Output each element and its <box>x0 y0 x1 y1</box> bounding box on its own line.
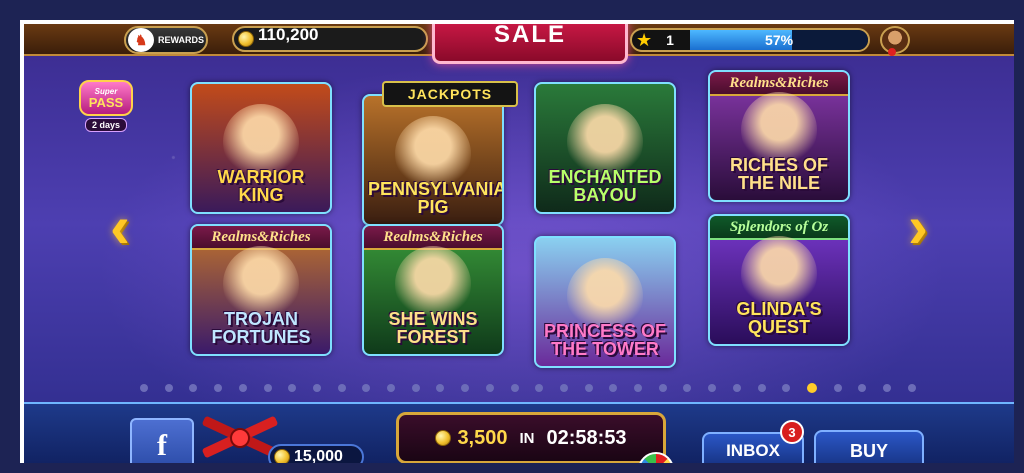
super-pass-main: PASS <box>88 95 124 110</box>
screen-frame: ♞ REWARDS 110,200 SALE ★ 1 57% Super PAS… <box>0 0 1024 473</box>
coin-icon <box>435 430 452 446</box>
game-title: TROJAN FORTUNES <box>211 309 311 347</box>
next-page-arrow-icon[interactable]: › <box>900 197 936 257</box>
page-dot[interactable] <box>214 384 223 392</box>
game-tile-trojan-fortunes[interactable]: Realms&Riches TROJAN FORTUNES <box>190 224 332 356</box>
page-dot[interactable] <box>140 384 148 392</box>
page-dot[interactable] <box>411 384 420 392</box>
page-dot[interactable] <box>584 384 593 392</box>
facebook-icon: f <box>157 428 167 462</box>
super-pass-days: 2 days <box>84 118 128 132</box>
timer-amount: 3,500 <box>457 426 508 449</box>
game-title: WARRIOR KING <box>217 167 305 205</box>
game-tile-glindas-quest[interactable]: Splendors of Oz GLINDA'S QUEST <box>708 214 850 346</box>
xp-percent: 57% <box>765 32 794 48</box>
star-icon: ★ <box>636 30 653 50</box>
jackpots-label: JACKPOTS <box>407 86 493 102</box>
page-dot[interactable] <box>461 384 470 392</box>
game-tile-enchanted-bayou[interactable]: ENCHANTED BAYOU <box>534 82 676 214</box>
page-dot[interactable] <box>658 384 667 392</box>
rewards-label: REWARDS <box>158 35 205 45</box>
tile-banner-label: Realms&Riches <box>211 228 311 245</box>
page-dot[interactable] <box>337 384 346 392</box>
timer-time: 02:58:53 <box>546 426 627 449</box>
free-coins-button[interactable]: 15,000 <box>268 444 364 465</box>
page-dot[interactable] <box>485 384 494 392</box>
game-tile-warrior-king[interactable]: WARRIOR KING <box>190 82 332 214</box>
free-coins-value: 15,000 <box>294 448 343 465</box>
notification-dot <box>888 48 896 56</box>
page-dot[interactable] <box>387 384 396 392</box>
game-tile-princess-of-the-tower[interactable]: PRINCESS OF THE TOWER <box>534 236 676 368</box>
page-indicator <box>140 382 916 394</box>
tile-banner-label: Realms&Riches <box>729 74 829 91</box>
rewards-button[interactable]: ♞ REWARDS <box>124 26 208 54</box>
game-lobby: ♞ REWARDS 110,200 SALE ★ 1 57% Super PAS… <box>20 20 1014 465</box>
game-title: GLINDA'S QUEST <box>736 299 822 337</box>
page-dot[interactable] <box>312 384 321 392</box>
bow-knot <box>230 428 250 448</box>
page-dot[interactable] <box>609 384 618 392</box>
page-dot[interactable] <box>263 384 272 392</box>
page-dot[interactable] <box>288 384 297 392</box>
page-dot[interactable] <box>634 384 643 392</box>
sale-label: SALE <box>493 20 566 48</box>
rooster-icon: ♞ <box>128 28 154 52</box>
level-value: 1 <box>666 32 674 48</box>
level-progress[interactable]: ★ 1 57% <box>630 28 870 52</box>
game-tile-she-wins-forest[interactable]: Realms&Riches SHE WINS FOREST <box>362 224 504 356</box>
page-dot[interactable] <box>858 384 867 392</box>
page-dot[interactable] <box>510 384 519 392</box>
page-dot-active[interactable] <box>806 383 817 393</box>
game-title: RICHES OF THE NILE <box>729 155 828 193</box>
page-dot[interactable] <box>189 384 198 392</box>
game-tile-pennsylvania-pig[interactable]: PENNSYLVANIA PIG <box>362 94 504 226</box>
coin-icon <box>274 449 290 463</box>
inbox-label: INBOX <box>726 441 780 460</box>
top-bar: ♞ REWARDS 110,200 SALE ★ 1 57% <box>24 24 1014 64</box>
page-dot[interactable] <box>559 384 568 392</box>
page-dot[interactable] <box>883 384 892 392</box>
timer-in: IN <box>519 429 535 447</box>
page-dot[interactable] <box>683 384 692 392</box>
tile-banner-label: Realms&Riches <box>383 228 483 245</box>
coin-balance-value: 110,200 <box>258 25 319 44</box>
game-title: ENCHANTED BAYOU <box>548 167 662 205</box>
coin-icon <box>238 31 254 47</box>
page-dot[interactable] <box>732 384 741 392</box>
page-dot[interactable] <box>833 384 842 392</box>
page-dot[interactable] <box>362 384 371 392</box>
page-dot[interactable] <box>907 384 916 392</box>
game-title: SHE WINS FOREST <box>388 309 478 347</box>
previous-page-arrow-icon[interactable]: ‹ <box>102 197 138 257</box>
tile-banner-label: Splendors of Oz <box>729 218 829 235</box>
buy-label: BUY <box>849 440 888 461</box>
facebook-button[interactable]: f <box>130 418 194 463</box>
super-pass-button[interactable]: Super PASS 2 days <box>78 80 134 132</box>
jackpots-tab[interactable]: JACKPOTS <box>382 81 518 107</box>
game-title: PRINCESS OF THE TOWER <box>543 321 667 359</box>
inbox-count-badge: 3 <box>780 420 804 444</box>
bonus-timer[interactable]: 3,500 IN 02:58:53 <box>396 412 666 463</box>
coin-balance[interactable]: 110,200 <box>232 25 428 52</box>
page-dot[interactable] <box>436 384 445 392</box>
game-tile-riches-of-the-nile[interactable]: Realms&Riches RICHES OF THE NILE <box>708 70 850 202</box>
game-title: PENNSYLVANIA PIG <box>368 179 504 217</box>
page-dot[interactable] <box>757 384 766 392</box>
buy-button[interactable]: BUY <box>814 430 924 463</box>
page-dot[interactable] <box>238 384 247 392</box>
super-pass-badge: Super PASS <box>79 80 133 116</box>
page-dot[interactable] <box>164 384 173 392</box>
page-dot[interactable] <box>708 384 717 392</box>
page-dot[interactable] <box>782 384 791 392</box>
sale-button[interactable]: SALE <box>432 20 628 64</box>
xp-track: 57% <box>690 30 868 50</box>
page-dot[interactable] <box>535 384 544 392</box>
